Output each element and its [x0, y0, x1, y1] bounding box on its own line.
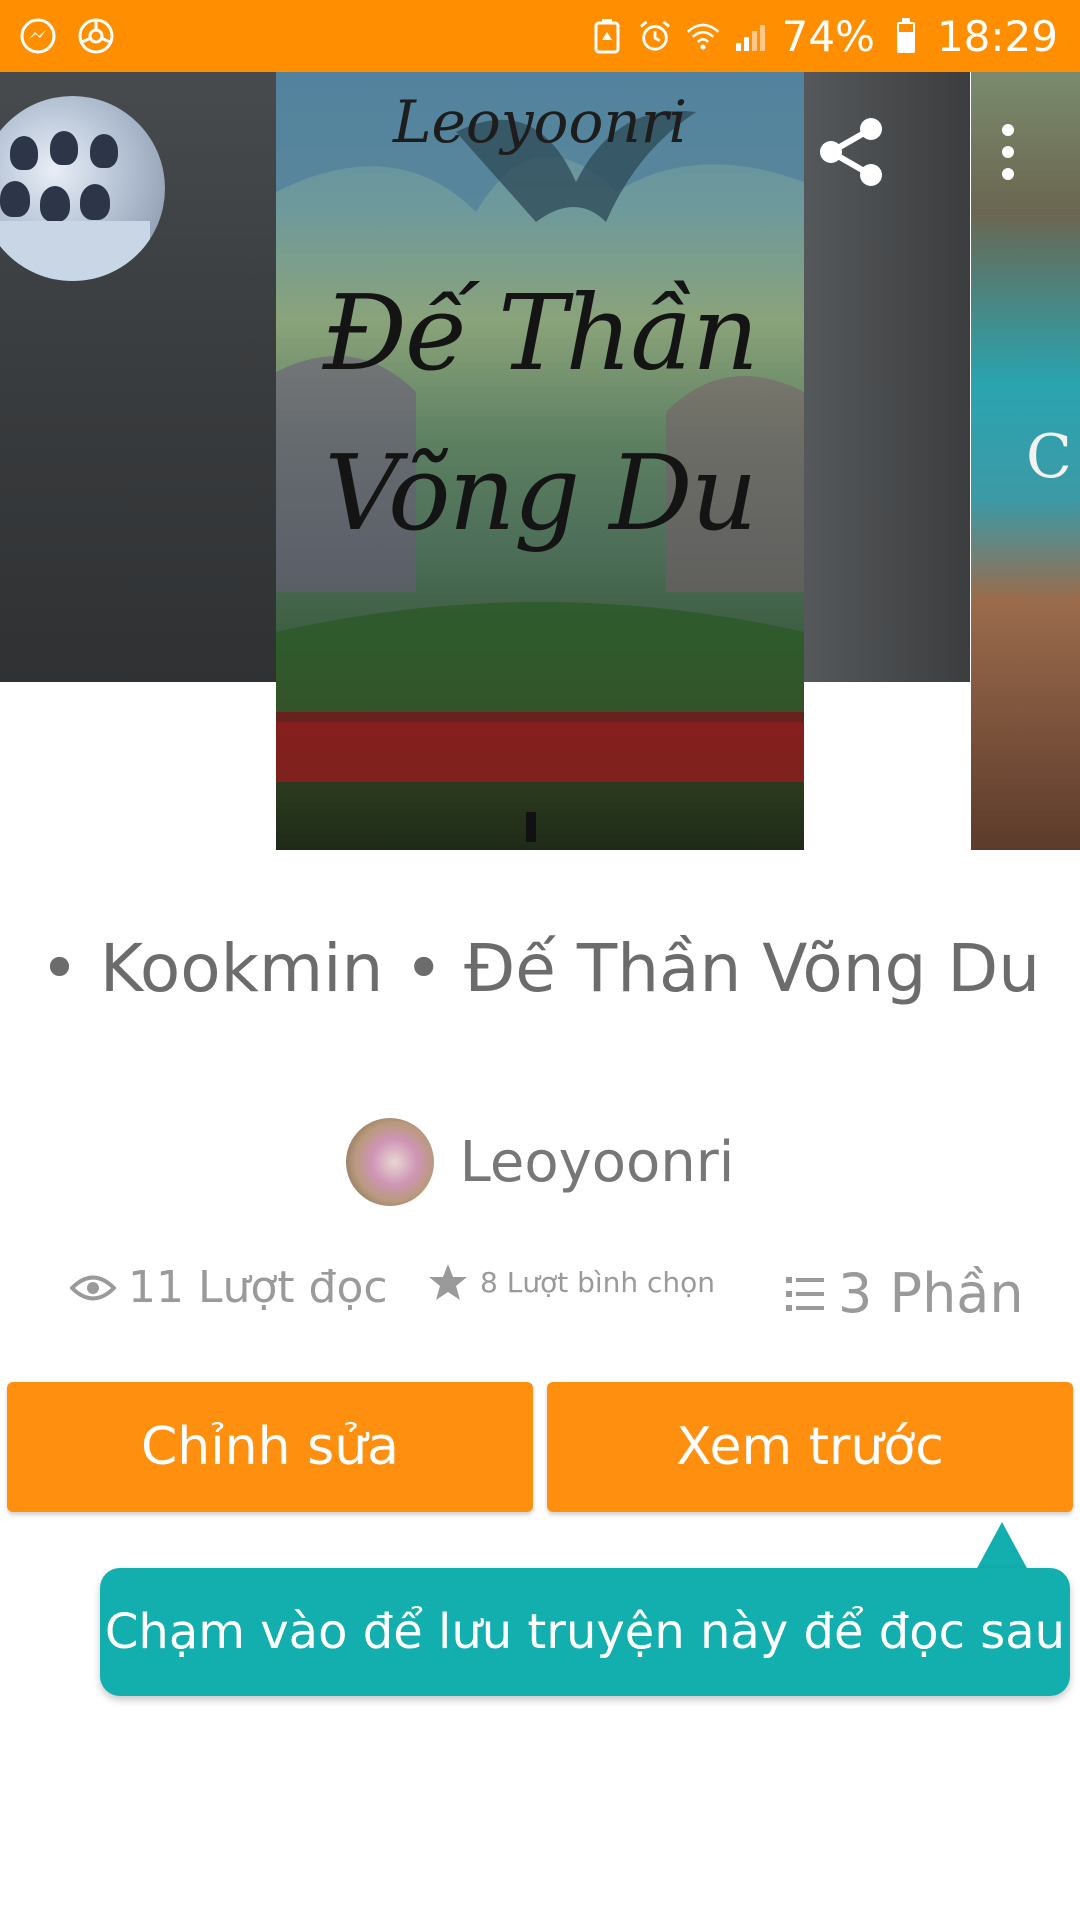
cover-title-line2: Võng Du — [324, 432, 757, 554]
battery-icon — [889, 16, 923, 56]
cover-carousel[interactable]: Leoyoonri Đế Thần Võng Du C — [0, 72, 1080, 852]
cover-author-signature: Leoyoonri — [393, 88, 687, 156]
tooltip-arrow — [976, 1522, 1028, 1570]
status-left-icons — [18, 16, 116, 56]
more-options-button[interactable] — [968, 112, 1048, 192]
save-for-later-tooltip[interactable]: Chạm vào để lưu truyện này để đọc sau — [100, 1568, 1070, 1696]
votes-count: 8 Lượt bình chọn — [480, 1265, 716, 1299]
story-cover[interactable]: Leoyoonri Đế Thần Võng Du — [276, 72, 804, 850]
tooltip-text: Chạm vào để lưu truyện này để đọc sau — [104, 1604, 1066, 1660]
alarm-icon — [638, 16, 672, 56]
status-right: 74% 18:29 — [590, 12, 1058, 61]
story-stats: 11 Lượt đọc 8 Lượt bình chọn 3 Phần — [0, 1262, 1080, 1342]
right-cover-peek-text: C — [1026, 422, 1072, 492]
wifi-icon — [686, 16, 720, 56]
edit-button[interactable]: Chỉnh sửa — [7, 1382, 533, 1512]
clock: 18:29 — [936, 11, 1058, 61]
share-icon — [820, 118, 882, 186]
share-button[interactable] — [812, 112, 892, 192]
author-name[interactable]: Leoyoonri — [460, 1130, 735, 1195]
messenger-icon — [18, 16, 58, 56]
star-icon — [429, 1264, 467, 1300]
parts-count: 3 Phần — [838, 1262, 1024, 1325]
more-vertical-icon — [1002, 124, 1014, 180]
list-icon — [786, 1276, 824, 1311]
preview-button[interactable]: Xem trước — [547, 1382, 1073, 1512]
app-icon — [76, 16, 116, 56]
battery-saver-icon — [590, 16, 624, 56]
votes-stat: 8 Lượt bình chọn — [428, 1262, 715, 1302]
reads-stat: 11 Lượt đọc — [70, 1262, 388, 1313]
cover-title-line1: Đế Thần — [322, 272, 759, 394]
status-bar: 74% 18:29 — [0, 0, 1080, 72]
parts-stat: 3 Phần — [786, 1262, 1024, 1325]
battery-percent: 74% — [781, 11, 875, 61]
signal-icon — [734, 16, 768, 56]
author-avatar[interactable] — [345, 1118, 434, 1206]
story-title: • Kookmin • Đế Thần Võng Du — [39, 930, 1041, 1007]
author-row[interactable]: Leoyoonri — [0, 1118, 1080, 1206]
eye-icon — [70, 1275, 116, 1300]
reads-count: 11 Lượt đọc — [128, 1262, 388, 1313]
